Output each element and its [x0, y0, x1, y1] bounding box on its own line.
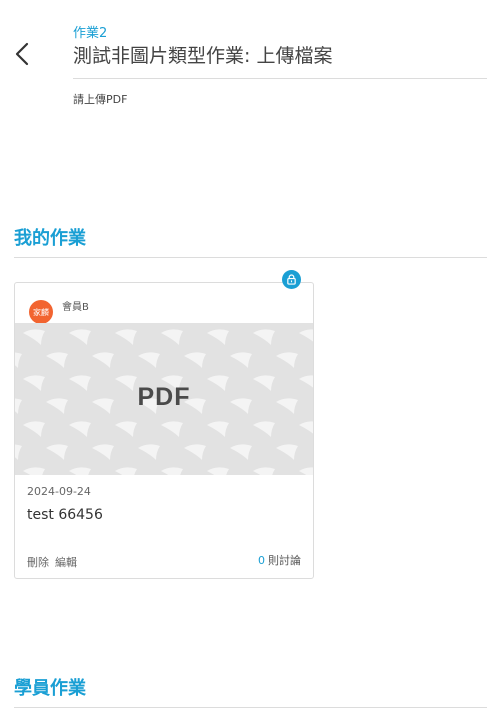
student-homework-title: 學員作業 — [14, 678, 86, 699]
my-homework-title: 我的作業 — [14, 228, 86, 249]
header-divider — [73, 78, 487, 79]
lock-icon[interactable] — [282, 270, 301, 289]
card-header: 家麟 會員B — [29, 292, 89, 324]
edit-button[interactable]: 編輯 — [55, 554, 77, 570]
homework-description: test 66456 — [27, 507, 103, 523]
upload-date: 2024-09-24 — [27, 485, 91, 498]
file-type-label: PDF — [137, 383, 191, 411]
card-actions: 刪除 編輯 — [27, 554, 77, 570]
comment-count: 0 — [258, 554, 265, 567]
homework-label: 作業2 — [73, 26, 108, 41]
member-name[interactable]: 會員B — [62, 298, 89, 313]
back-button[interactable] — [10, 40, 34, 68]
file-thumbnail[interactable]: PDF — [15, 323, 313, 475]
section-divider — [14, 257, 487, 258]
homework-title: 測試非圖片類型作業: 上傳檔案 — [73, 45, 333, 67]
chevron-left-icon — [15, 42, 29, 66]
avatar[interactable]: 家麟 — [29, 300, 53, 324]
homework-header: 作業2 測試非圖片類型作業: 上傳檔案 — [73, 25, 487, 69]
section-divider — [14, 707, 487, 708]
homework-card[interactable]: 家麟 會員B PDF 2024-09-24 test 66456 刪除 編輯 0… — [14, 282, 314, 579]
comment-label: 則討論 — [268, 554, 301, 567]
comments-link[interactable]: 0 則討論 — [258, 552, 301, 568]
delete-button[interactable]: 刪除 — [27, 554, 49, 570]
homework-instructions: 請上傳PDF — [73, 93, 128, 106]
